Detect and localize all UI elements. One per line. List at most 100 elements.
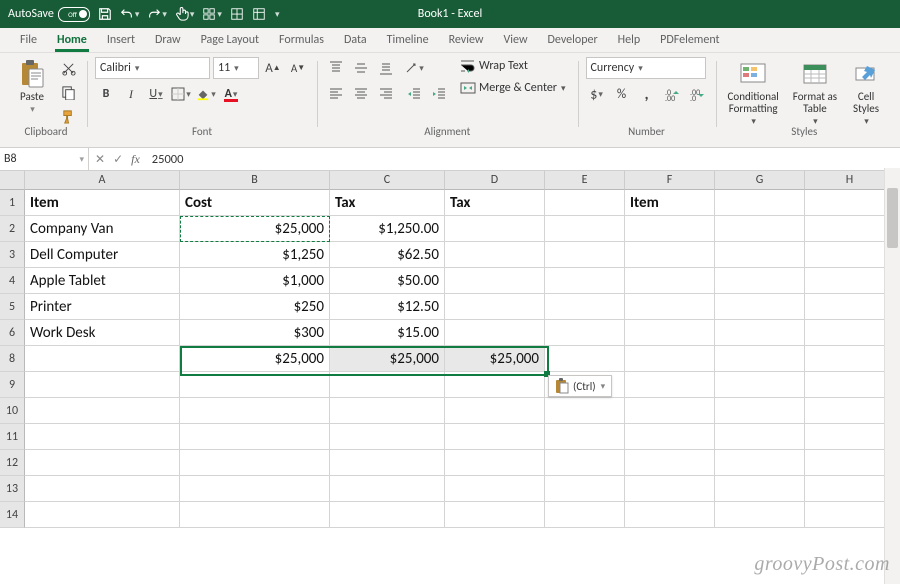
vertical-scrollbar[interactable] xyxy=(884,168,900,584)
cell[interactable] xyxy=(545,268,625,294)
cell[interactable] xyxy=(25,476,180,502)
font-size-combo[interactable]: 11▾ xyxy=(213,57,259,79)
cell[interactable] xyxy=(445,398,545,424)
cell[interactable] xyxy=(330,476,445,502)
underline-button[interactable]: U▾ xyxy=(145,83,167,105)
cell[interactable] xyxy=(715,320,805,346)
cell[interactable] xyxy=(805,242,895,268)
tab-formulas[interactable]: Formulas xyxy=(269,29,334,52)
cell[interactable]: $1,250 xyxy=(180,242,330,268)
cell[interactable] xyxy=(805,268,895,294)
formula-input[interactable]: 25000 xyxy=(146,148,900,170)
row-header[interactable]: 12 xyxy=(0,450,25,476)
row-header[interactable]: 5 xyxy=(0,294,25,320)
cell[interactable] xyxy=(445,372,545,398)
row-header[interactable]: 10 xyxy=(0,398,25,424)
cell[interactable] xyxy=(180,372,330,398)
tab-file[interactable]: File xyxy=(10,29,47,52)
cell[interactable] xyxy=(545,476,625,502)
cell[interactable] xyxy=(625,476,715,502)
col-header-G[interactable]: G xyxy=(715,171,805,190)
format-icon[interactable]: ▾ xyxy=(202,7,222,21)
italic-button[interactable]: I xyxy=(120,83,142,105)
cell[interactable] xyxy=(715,476,805,502)
col-header-D[interactable]: D xyxy=(445,171,545,190)
cell[interactable]: $15.00 xyxy=(330,320,445,346)
cell[interactable] xyxy=(545,242,625,268)
cell[interactable] xyxy=(25,502,180,528)
cell[interactable] xyxy=(805,190,895,216)
col-header-C[interactable]: C xyxy=(330,171,445,190)
cell[interactable]: Apple Tablet xyxy=(25,268,180,294)
cancel-formula-icon[interactable]: ✕ xyxy=(95,152,105,167)
paste-button[interactable]: Paste ▾ xyxy=(13,57,51,117)
cell[interactable] xyxy=(625,320,715,346)
cell[interactable] xyxy=(625,242,715,268)
col-header-H[interactable]: H xyxy=(805,171,895,190)
cell[interactable] xyxy=(715,190,805,216)
accounting-format-button[interactable]: $▾ xyxy=(586,83,608,105)
row-header[interactable]: 13 xyxy=(0,476,25,502)
decrease-indent-icon[interactable] xyxy=(403,83,425,105)
cell[interactable] xyxy=(625,502,715,528)
col-header-A[interactable]: A xyxy=(25,171,180,190)
align-right-icon[interactable] xyxy=(375,83,397,105)
align-left-icon[interactable] xyxy=(325,83,347,105)
cell[interactable] xyxy=(625,398,715,424)
fx-icon[interactable]: fx xyxy=(131,152,140,167)
cell[interactable] xyxy=(545,502,625,528)
borders-button[interactable]: ▾ xyxy=(170,83,192,105)
font-name-combo[interactable]: Calibri▾ xyxy=(95,57,210,79)
cell[interactable]: $250 xyxy=(180,294,330,320)
increase-decimal-icon[interactable]: .0.00 xyxy=(661,83,683,105)
row-header[interactable]: 8 xyxy=(0,346,25,372)
cell[interactable] xyxy=(545,398,625,424)
touch-mode-icon[interactable]: ▾ xyxy=(175,7,195,21)
cell[interactable] xyxy=(25,346,180,372)
cell[interactable] xyxy=(180,502,330,528)
cell[interactable] xyxy=(805,502,895,528)
cell[interactable] xyxy=(545,346,625,372)
cell[interactable] xyxy=(805,398,895,424)
cell[interactable]: $25,000 xyxy=(445,346,545,372)
select-all-corner[interactable] xyxy=(0,171,25,190)
cell[interactable]: $12.50 xyxy=(330,294,445,320)
tab-view[interactable]: View xyxy=(493,29,537,52)
tab-data[interactable]: Data xyxy=(334,29,377,52)
cell[interactable]: $50.00 xyxy=(330,268,445,294)
cell[interactable] xyxy=(445,268,545,294)
cell[interactable] xyxy=(25,424,180,450)
cell[interactable] xyxy=(625,424,715,450)
cell[interactable] xyxy=(715,268,805,294)
cell[interactable]: Tax xyxy=(330,190,445,216)
borders-icon[interactable] xyxy=(230,7,244,21)
undo-button[interactable]: ▾ xyxy=(120,7,140,21)
align-center-icon[interactable] xyxy=(350,83,372,105)
cell[interactable] xyxy=(625,216,715,242)
cell[interactable]: Item xyxy=(25,190,180,216)
tab-draw[interactable]: Draw xyxy=(145,29,191,52)
decrease-decimal-icon[interactable]: .00.0 xyxy=(686,83,708,105)
tab-home[interactable]: Home xyxy=(47,29,97,52)
cell[interactable] xyxy=(180,476,330,502)
cell[interactable] xyxy=(545,190,625,216)
percent-format-button[interactable]: % xyxy=(611,83,633,105)
merge-center-button[interactable]: Merge & Center ▾ xyxy=(456,79,570,97)
increase-font-icon[interactable]: A▲ xyxy=(262,57,284,79)
cell-copied[interactable]: $25,000 xyxy=(180,216,330,242)
qa-customize-icon[interactable]: ▾ xyxy=(274,9,280,20)
cell[interactable] xyxy=(330,424,445,450)
cell[interactable]: $25,000 xyxy=(330,346,445,372)
cell[interactable] xyxy=(445,424,545,450)
enter-formula-icon[interactable]: ✓ xyxy=(113,152,123,167)
cell-styles-button[interactable]: Cell Styles▾ xyxy=(847,57,885,129)
cell[interactable] xyxy=(805,320,895,346)
cell-active[interactable]: $25,000 xyxy=(180,346,330,372)
name-box[interactable]: B8 ▾ xyxy=(0,148,89,170)
cell[interactable]: Company Van xyxy=(25,216,180,242)
tab-insert[interactable]: Insert xyxy=(97,29,145,52)
cell[interactable] xyxy=(445,216,545,242)
cell[interactable] xyxy=(625,268,715,294)
cell[interactable] xyxy=(180,450,330,476)
cell[interactable] xyxy=(715,372,805,398)
